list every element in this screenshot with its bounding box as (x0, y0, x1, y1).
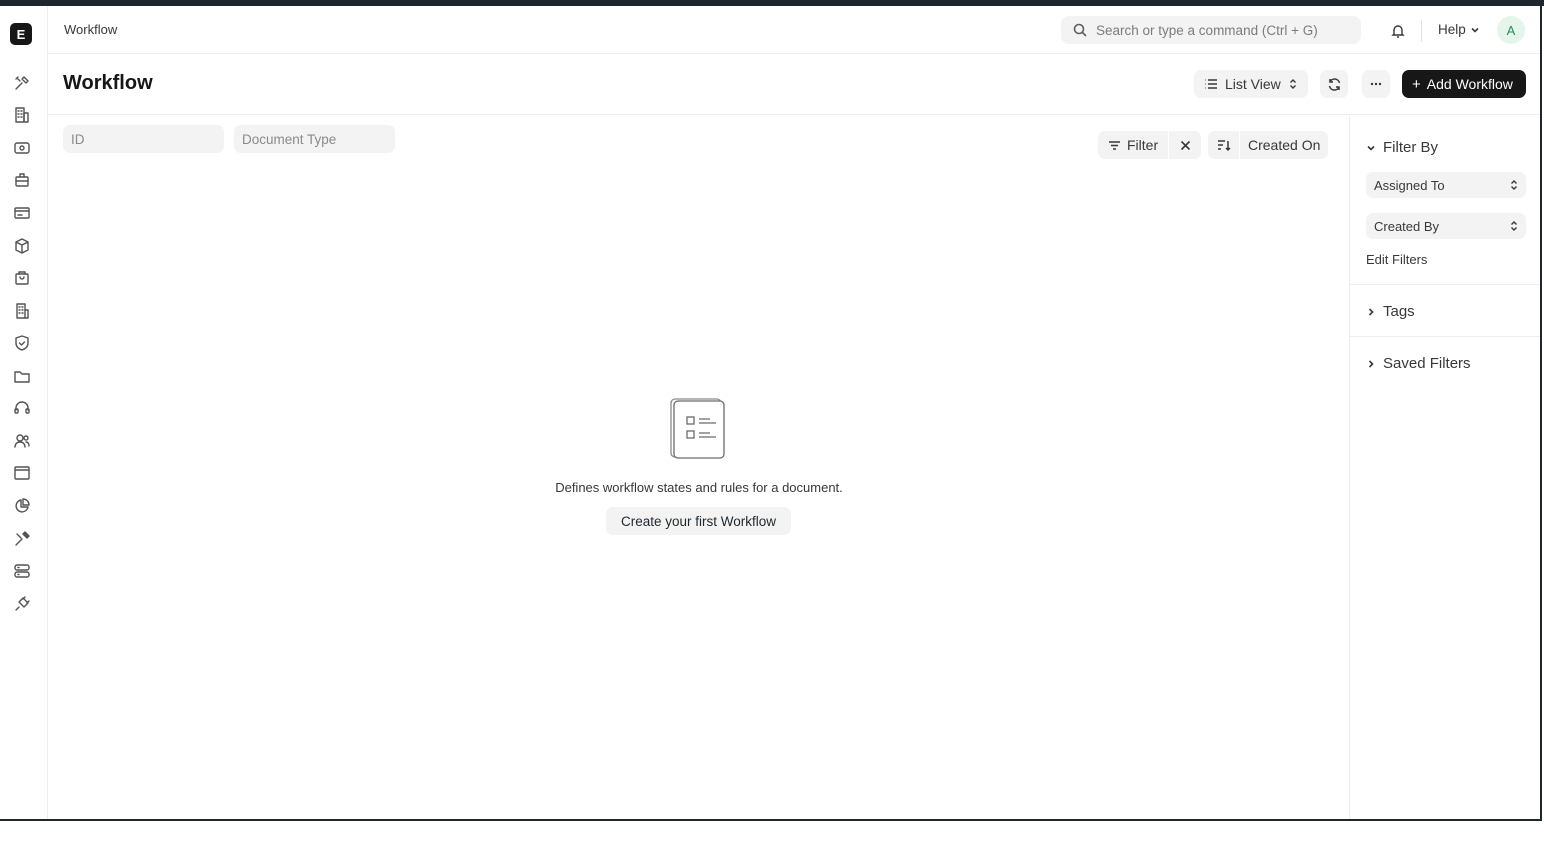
refresh-icon (1328, 77, 1340, 91)
integrations-icon[interactable] (12, 594, 32, 614)
website-icon[interactable] (12, 463, 32, 483)
clear-filters-button[interactable] (1169, 131, 1201, 159)
chevron-down-icon (1471, 27, 1479, 33)
briefcase-icon[interactable] (12, 170, 32, 190)
filter-by-toggle[interactable]: Filter By (1366, 139, 1438, 156)
breadcrumb[interactable]: Workflow (64, 22, 117, 37)
empty-state-message: Defines workflow states and rules for a … (555, 480, 843, 495)
folder-icon[interactable] (12, 366, 32, 386)
box-icon[interactable] (12, 236, 32, 256)
app-logo[interactable]: E (10, 23, 32, 45)
saved-filters-toggle[interactable]: Saved Filters (1366, 355, 1471, 372)
help-dropdown[interactable]: Help (1438, 22, 1480, 37)
plus-icon: + (1412, 75, 1421, 93)
tools-icon[interactable] (12, 73, 32, 93)
refresh-button[interactable] (1320, 70, 1348, 98)
document-type-filter-input[interactable] (234, 125, 395, 153)
add-workflow-button[interactable]: + Add Workflow (1402, 70, 1526, 98)
assigned-to-label: Assigned To (1374, 177, 1445, 193)
bottom-strip (0, 823, 1544, 850)
pie-chart-icon[interactable] (12, 496, 32, 516)
shopping-bag-icon[interactable] (12, 268, 32, 288)
help-label: Help (1438, 22, 1466, 37)
building-icon[interactable] (12, 105, 32, 125)
edit-filters-link[interactable]: Edit Filters (1366, 252, 1427, 267)
tags-label: Tags (1383, 303, 1415, 320)
filter-icon (1109, 140, 1120, 150)
tags-toggle[interactable]: Tags (1366, 303, 1415, 320)
card-icon[interactable] (12, 203, 32, 223)
filter-by-label: Filter By (1383, 139, 1439, 156)
accounting-icon[interactable] (12, 138, 32, 158)
select-arrows-icon (1511, 221, 1517, 231)
notifications-bell-icon[interactable] (1388, 21, 1408, 41)
list-view-switcher[interactable]: List View (1194, 70, 1308, 98)
panel-divider (1350, 336, 1540, 337)
sort-field-button[interactable]: Created On (1240, 131, 1328, 159)
created-by-select[interactable]: Created By (1366, 213, 1526, 239)
search-bar[interactable] (1061, 16, 1361, 44)
search-icon (1073, 23, 1087, 37)
sort-descending-icon (1218, 139, 1231, 151)
id-filter-input[interactable] (63, 125, 224, 153)
create-first-workflow-button[interactable]: Create your first Workflow (606, 507, 791, 535)
server-icon[interactable] (12, 561, 32, 581)
page-head: Workflow List View + Add Workflow (48, 54, 1540, 115)
panel-divider (1350, 284, 1540, 285)
empty-list-icon (670, 398, 725, 459)
quality-badge-icon[interactable] (12, 333, 32, 353)
app-sidebar: E (0, 6, 48, 819)
sort-direction-button[interactable] (1208, 131, 1240, 159)
select-arrows-icon (1511, 180, 1517, 190)
add-workflow-label: Add Workflow (1426, 76, 1513, 92)
saved-filters-label: Saved Filters (1383, 355, 1471, 372)
list-icon (1205, 79, 1217, 89)
close-icon (1180, 140, 1190, 150)
assigned-to-select[interactable]: Assigned To (1366, 172, 1526, 198)
page-title: Workflow (63, 72, 153, 94)
filter-button[interactable]: Filter (1098, 131, 1170, 159)
user-avatar[interactable]: A (1497, 16, 1525, 44)
wrench-icon[interactable] (12, 529, 32, 549)
filter-label: Filter (1127, 137, 1159, 153)
users-icon[interactable] (12, 431, 32, 451)
headset-icon[interactable] (12, 398, 32, 418)
filter-group: Filter (1098, 131, 1202, 159)
more-actions-button[interactable] (1362, 70, 1390, 98)
list-view-label: List View (1225, 76, 1281, 92)
app-window: E Workflow Search or type a command (Ctr… (0, 6, 1542, 821)
navbar-divider (1421, 20, 1422, 42)
created-by-label: Created By (1374, 218, 1440, 234)
select-arrows-icon (1289, 79, 1296, 89)
chevron-right-icon (1368, 359, 1374, 368)
chevron-right-icon (1368, 307, 1374, 316)
sort-selector: Created On (1208, 131, 1329, 159)
top-navbar: Workflow Help A (48, 6, 1540, 54)
organization-icon[interactable] (12, 301, 32, 321)
ellipsis-icon (1370, 82, 1382, 86)
chevron-down-icon (1367, 145, 1375, 151)
search-input[interactable] (1096, 22, 1356, 38)
right-filter-panel: Filter By Assigned To Created By Edit Fi… (1349, 115, 1540, 819)
